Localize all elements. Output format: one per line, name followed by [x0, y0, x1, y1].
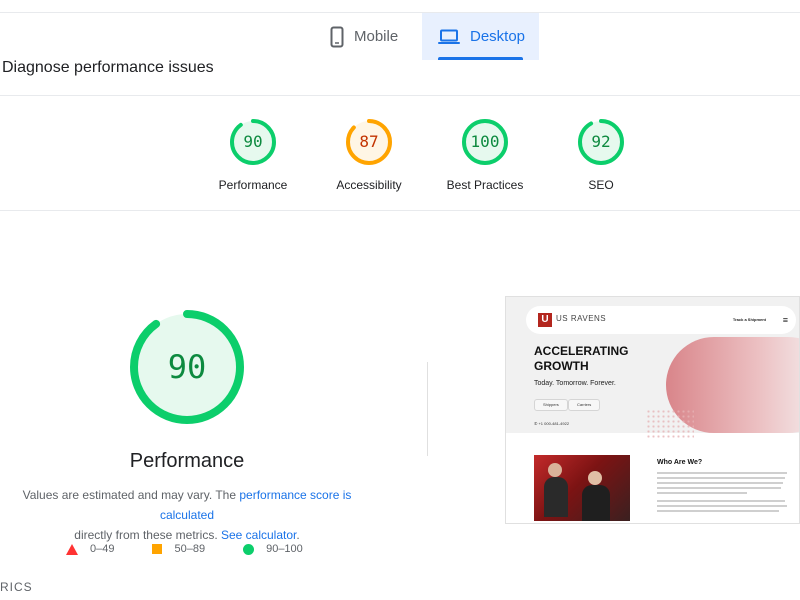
text-line — [657, 492, 747, 494]
team-photo — [534, 455, 630, 521]
laptop-icon — [438, 29, 460, 44]
text-line — [657, 487, 781, 489]
score-gauge: 87 — [345, 118, 393, 166]
divider — [0, 210, 800, 211]
legend-item-fail: 0–49 — [66, 543, 114, 555]
page-screenshot: U US RAVENS Track a Shipment ≡ ACCELERAT… — [505, 296, 800, 524]
dot-pattern — [646, 409, 694, 439]
divider — [0, 95, 800, 96]
legend-item-average: 50–89 — [152, 543, 205, 555]
text-line — [657, 500, 785, 502]
score-value: 87 — [359, 132, 379, 151]
score-value: 92 — [591, 132, 611, 151]
text-line — [657, 472, 787, 474]
hero-heading: ACCELERATING GROWTH — [534, 344, 629, 373]
tab-desktop-label: Desktop — [470, 28, 526, 45]
legend-range: 0–49 — [90, 543, 115, 555]
who-heading: Who Are We? — [657, 459, 703, 466]
performance-title: Performance — [129, 450, 245, 472]
hero-phone: ✆ +1 000-481-4922 — [534, 421, 570, 426]
fail-triangle-icon — [66, 543, 78, 555]
screenshot-nav: U US RAVENS Track a Shipment ≡ — [526, 306, 796, 334]
hamburger-menu-icon: ≡ — [782, 315, 788, 325]
tab-desktop[interactable]: Desktop — [422, 13, 539, 60]
score-value: 90 — [243, 132, 263, 151]
text-line — [657, 505, 787, 507]
carriers-button: Carriers — [568, 399, 601, 411]
category-label: Best Practices — [446, 178, 524, 192]
see-calculator-link[interactable]: See calculator — [221, 528, 296, 542]
category-seo[interactable]: 92 SEO — [546, 118, 656, 192]
phone-icon — [330, 26, 344, 47]
score-gauge: 92 — [577, 118, 625, 166]
site-logo-text: US RAVENS — [556, 314, 607, 323]
average-square-icon — [152, 544, 163, 554]
performance-score: 90 — [167, 348, 207, 386]
legend-item-pass: 90–100 — [243, 543, 303, 555]
screenshot-hero: U US RAVENS Track a Shipment ≡ ACCELERAT… — [506, 297, 799, 439]
legend-range: 90–100 — [266, 543, 303, 555]
category-label: Accessibility — [336, 178, 402, 192]
note-text: directly from these metrics. — [74, 528, 221, 542]
section-title: Diagnose performance issues — [2, 59, 214, 76]
metrics-heading: RICS — [0, 580, 33, 594]
score-gauge: 90 — [229, 118, 277, 166]
hero-subtitle: Today. Tomorrow. Forever. — [534, 380, 616, 387]
score-value: 100 — [470, 132, 500, 151]
performance-gauge: 90 — [128, 308, 246, 426]
device-tabs: Mobile Desktop — [0, 12, 800, 60]
category-best-practices[interactable]: 100 Best Practices — [430, 118, 540, 192]
track-shipment-link: Track a Shipment — [732, 317, 766, 322]
text-line — [657, 477, 785, 479]
category-accessibility[interactable]: 87 Accessibility — [314, 118, 424, 192]
estimate-note: Values are estimated and may vary. The p… — [0, 485, 374, 545]
text-line — [657, 482, 783, 484]
legend-range: 50–89 — [174, 543, 206, 555]
tab-mobile[interactable]: Mobile — [330, 13, 398, 60]
score-legend: 0–49 50–89 90–100 — [66, 543, 341, 555]
vertical-divider — [427, 362, 428, 456]
category-performance[interactable]: 90 Performance — [198, 118, 308, 192]
category-label: Performance — [218, 178, 288, 192]
score-gauge: 100 — [461, 118, 509, 166]
category-label: SEO — [588, 178, 614, 192]
site-logo-icon: U — [538, 313, 552, 327]
shippers-button: Shippers — [534, 399, 568, 411]
pass-circle-icon — [243, 543, 255, 555]
note-text: . — [296, 528, 300, 542]
phone-number: +1 000-481-4922 — [538, 421, 570, 426]
text-line — [657, 510, 779, 512]
tab-mobile-label: Mobile — [354, 28, 399, 45]
note-text: Values are estimated and may vary. The — [22, 488, 240, 502]
